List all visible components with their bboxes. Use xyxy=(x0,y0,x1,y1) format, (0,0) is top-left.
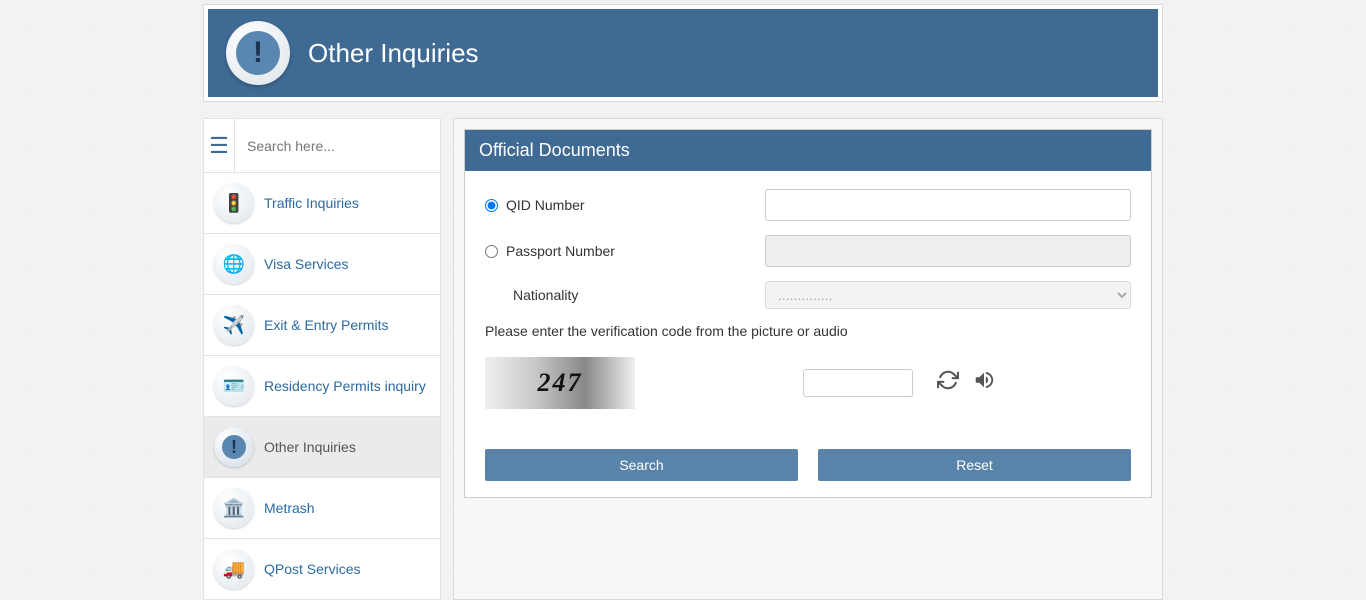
sidebar-item-label: Traffic Inquiries xyxy=(264,195,359,211)
passport-input xyxy=(765,235,1131,267)
sidebar-item-label: Exit & Entry Permits xyxy=(264,317,388,333)
label-passport: Passport Number xyxy=(506,243,615,259)
exclamation-icon: ! xyxy=(214,427,254,467)
menu-icon[interactable]: ☰ xyxy=(204,119,235,173)
captcha-input[interactable] xyxy=(803,369,913,397)
sidebar-item-residency[interactable]: 🪪 Residency Permits inquiry xyxy=(204,356,440,417)
sidebar-item-label: QPost Services xyxy=(264,561,360,577)
search-input[interactable] xyxy=(235,138,440,154)
sidebar-item-exit-entry[interactable]: ✈️ Exit & Entry Permits xyxy=(204,295,440,356)
sidebar-item-metrash[interactable]: 🏛️ Metrash xyxy=(204,478,440,539)
plane-icon: ✈️ xyxy=(214,305,254,345)
banner-icon: ! xyxy=(226,21,290,85)
reset-button[interactable]: Reset xyxy=(818,449,1131,481)
captcha-image: 247 xyxy=(485,357,635,409)
sidebar-item-visa[interactable]: 🌐 Visa Services xyxy=(204,234,440,295)
refresh-icon[interactable] xyxy=(937,369,959,397)
sidebar-item-traffic[interactable]: 🚦 Traffic Inquiries xyxy=(204,173,440,234)
sidebar-item-label: Metrash xyxy=(264,500,315,516)
audio-icon[interactable] xyxy=(973,369,995,397)
building-icon: 🏛️ xyxy=(214,488,254,528)
verification-hint: Please enter the verification code from … xyxy=(485,323,1131,339)
main-panel: Official Documents QID Number xyxy=(453,118,1163,600)
radio-passport[interactable] xyxy=(485,245,498,258)
page-title: Other Inquiries xyxy=(308,38,479,69)
sidebar-item-other[interactable]: ! Other Inquiries xyxy=(204,417,440,478)
sidebar-item-qpost[interactable]: 🚚 QPost Services xyxy=(204,539,440,599)
panel-title: Official Documents xyxy=(465,130,1151,171)
page-banner: ! Other Inquiries xyxy=(203,4,1163,102)
sidebar-item-label: Visa Services xyxy=(264,256,349,272)
nationality-select: .............. xyxy=(765,281,1131,309)
sidebar-item-label: Other Inquiries xyxy=(264,439,356,455)
sidebar-item-label: Residency Permits inquiry xyxy=(264,378,426,394)
id-card-icon: 🪪 xyxy=(214,366,254,406)
exclamation-icon: ! xyxy=(236,31,280,75)
traffic-light-icon: 🚦 xyxy=(214,183,254,223)
radio-qid[interactable] xyxy=(485,199,498,212)
search-button[interactable]: Search xyxy=(485,449,798,481)
qid-input[interactable] xyxy=(765,189,1131,221)
label-qid: QID Number xyxy=(506,197,585,213)
globe-icon: 🌐 xyxy=(214,244,254,284)
label-nationality: Nationality xyxy=(485,287,578,303)
truck-icon: 🚚 xyxy=(214,549,254,589)
sidebar: ☰ 🚦 Traffic Inquiries 🌐 Visa Services ✈️… xyxy=(203,118,441,600)
